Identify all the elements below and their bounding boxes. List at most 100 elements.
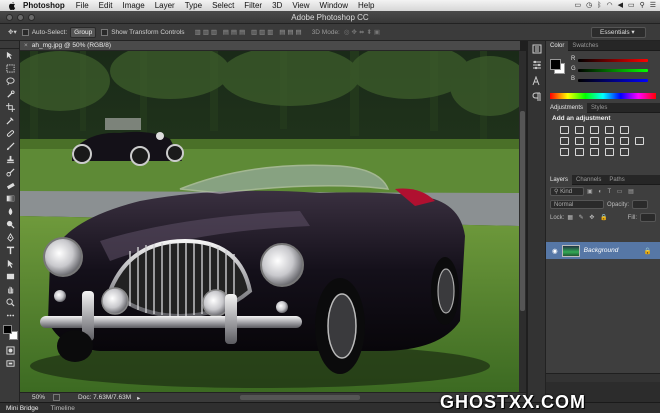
close-window-button[interactable]: [6, 14, 13, 21]
tab-adjustments[interactable]: Adjustments: [546, 102, 588, 113]
foreground-color-swatch[interactable]: [3, 325, 12, 334]
menu-layer[interactable]: Layer: [150, 1, 180, 10]
vibrance-adjust-icon[interactable]: [620, 126, 629, 134]
filter-kind-dropdown[interactable]: ⚲ Kind: [550, 187, 584, 196]
marquee-tool-icon[interactable]: [0, 62, 20, 75]
status-menu-icon[interactable]: [53, 394, 61, 401]
tab-layers[interactable]: Layers: [546, 174, 573, 185]
zoom-tool-icon[interactable]: [0, 296, 20, 309]
menu-select[interactable]: Select: [207, 1, 239, 10]
close-document-icon[interactable]: ×: [24, 42, 28, 49]
menu-filter[interactable]: Filter: [239, 1, 267, 10]
apple-icon[interactable]: [7, 1, 17, 10]
clone-stamp-tool-icon[interactable]: [0, 153, 20, 166]
color-foreground-swatch[interactable]: [550, 59, 561, 70]
menu-image[interactable]: Image: [117, 1, 149, 10]
levels-adjust-icon[interactable]: [575, 126, 584, 134]
menu-help[interactable]: Help: [353, 1, 379, 10]
canvas-horizontal-scrollbar[interactable]: [240, 395, 361, 400]
status-arrow-icon[interactable]: ▸: [137, 394, 140, 402]
notifications-icon[interactable]: ☰: [650, 1, 656, 9]
volume-icon[interactable]: ◀: [618, 1, 623, 9]
document-canvas[interactable]: [20, 51, 519, 392]
layer-name[interactable]: Background: [584, 247, 619, 254]
hue-saturation-icon[interactable]: [560, 137, 569, 145]
properties-panel-icon[interactable]: [528, 57, 546, 73]
brightness-adjust-icon[interactable]: [560, 126, 569, 134]
auto-select-checkbox[interactable]: [21, 28, 29, 36]
zoom-window-button[interactable]: [28, 14, 35, 21]
spotlight-icon[interactable]: ⚲: [640, 1, 645, 9]
eyedropper-tool-icon[interactable]: [0, 114, 20, 127]
history-panel-icon[interactable]: [528, 41, 546, 57]
tab-channels[interactable]: Channels: [572, 175, 605, 185]
canvas-vertical-scrollbar[interactable]: [519, 51, 526, 392]
gradient-adjust-icon[interactable]: [620, 148, 629, 156]
workspace-dropdown[interactable]: Essentials ▾: [591, 27, 646, 38]
quick-mask-icon[interactable]: [0, 344, 20, 357]
crop-tool-icon[interactable]: [0, 101, 20, 114]
blend-mode-dropdown[interactable]: Normal: [550, 200, 604, 209]
bluetooth-icon[interactable]: ᛒ: [597, 2, 601, 9]
photo-filter-icon[interactable]: [605, 137, 614, 145]
dodge-tool-icon[interactable]: [0, 218, 20, 231]
color-spectrum[interactable]: [550, 93, 656, 99]
green-slider[interactable]: [578, 69, 648, 72]
brush-tool-icon[interactable]: [0, 140, 20, 153]
color-balance-icon[interactable]: [575, 137, 584, 145]
menu-3d[interactable]: 3D: [267, 1, 287, 10]
tab-timeline[interactable]: Timeline: [45, 405, 81, 412]
curves-adjust-icon[interactable]: [590, 126, 599, 134]
menu-type[interactable]: Type: [180, 1, 207, 10]
toolbar-handle[interactable]: [0, 41, 19, 49]
channel-mixer-icon[interactable]: [620, 137, 629, 145]
document-tab[interactable]: × ah_mg.jpg @ 50% (RGB/8): [20, 41, 520, 51]
gradient-map-icon[interactable]: [635, 126, 644, 134]
scrollbar-thumb[interactable]: [520, 111, 525, 311]
align-buttons[interactable]: ▥▥▥ ▤▤▤ ▥▥▥ ▤▤▤: [195, 28, 304, 36]
selective-color-icon[interactable]: [605, 148, 614, 156]
lasso-tool-icon[interactable]: [0, 75, 20, 88]
menu-edit[interactable]: Edit: [94, 1, 118, 10]
menu-app-name[interactable]: Photoshop: [17, 1, 71, 10]
blue-slider[interactable]: [578, 79, 648, 82]
invert-icon[interactable]: [560, 148, 569, 156]
blur-tool-icon[interactable]: [0, 205, 20, 218]
rectangle-tool-icon[interactable]: [0, 270, 20, 283]
pen-tool-icon[interactable]: [0, 231, 20, 244]
tab-swatches[interactable]: Swatches: [568, 41, 602, 51]
character-panel-icon[interactable]: [528, 73, 546, 89]
move-tool-icon[interactable]: [0, 49, 20, 62]
tab-paths[interactable]: Paths: [605, 175, 628, 185]
path-selection-tool-icon[interactable]: [0, 257, 20, 270]
opacity-field[interactable]: [632, 200, 649, 209]
tab-color[interactable]: Color: [546, 40, 569, 51]
red-slider[interactable]: [578, 59, 648, 62]
layer-row-background[interactable]: ◉ Background 🔒: [546, 242, 660, 259]
display-icon[interactable]: ▭: [575, 1, 582, 9]
hand-tool-icon[interactable]: [0, 283, 20, 296]
tab-mini-bridge[interactable]: Mini Bridge: [0, 405, 45, 412]
quick-selection-tool-icon[interactable]: [0, 88, 20, 101]
edit-toolbar-icon[interactable]: [0, 309, 20, 322]
history-brush-tool-icon[interactable]: [0, 166, 20, 179]
layer-filter-icons[interactable]: ▣ ◐ T ▭ ▤: [587, 188, 636, 195]
black-white-icon[interactable]: [590, 137, 599, 145]
color-swatches[interactable]: [0, 322, 19, 344]
battery-icon[interactable]: ▭: [628, 1, 635, 9]
eraser-tool-icon[interactable]: [0, 179, 20, 192]
menu-file[interactable]: File: [71, 1, 94, 10]
posterize-icon[interactable]: [575, 148, 584, 156]
wifi-icon[interactable]: ◠: [606, 1, 612, 9]
minimize-window-button[interactable]: [17, 14, 24, 21]
color-lookup-icon[interactable]: [635, 137, 644, 145]
time-machine-icon[interactable]: ◷: [586, 1, 592, 9]
3d-mode-buttons[interactable]: ◎✥⬌⬍▣: [344, 28, 382, 36]
menu-view[interactable]: View: [287, 1, 314, 10]
move-tool-preset-icon[interactable]: ✥▾: [8, 28, 17, 36]
paragraph-panel-icon[interactable]: [528, 89, 546, 105]
threshold-icon[interactable]: [590, 148, 599, 156]
zoom-level[interactable]: 50%: [32, 394, 45, 401]
exposure-adjust-icon[interactable]: [605, 126, 614, 134]
show-transform-checkbox[interactable]: [101, 28, 109, 36]
